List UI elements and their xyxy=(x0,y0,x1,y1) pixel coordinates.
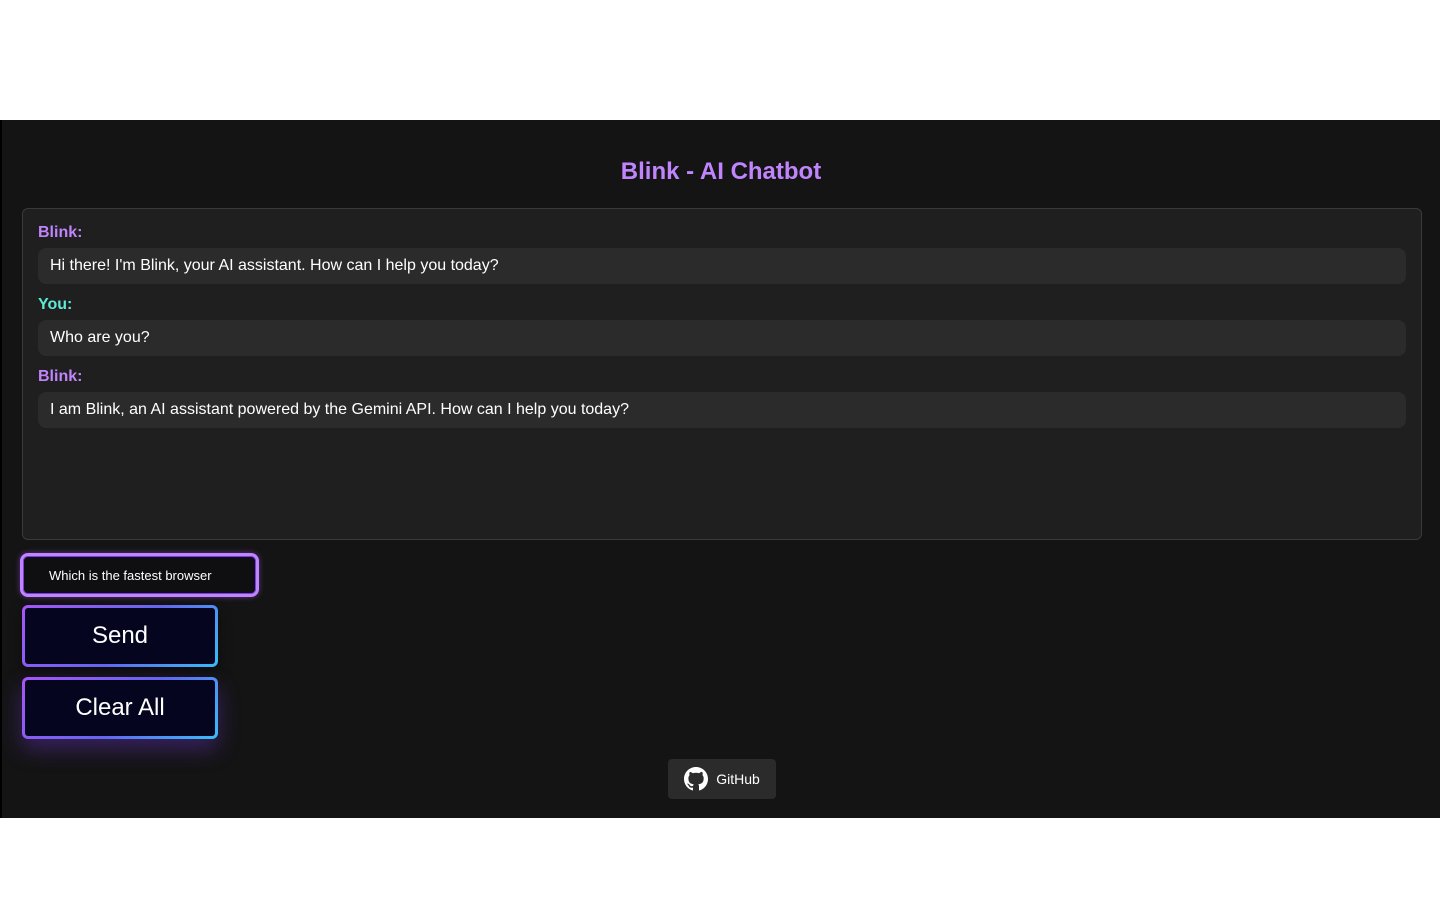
clear-all-button[interactable]: Clear All xyxy=(22,677,218,739)
message-text: I am Blink, an AI assistant powered by t… xyxy=(38,392,1406,428)
github-icon xyxy=(684,767,709,791)
send-button[interactable]: Send xyxy=(22,605,218,667)
message: Blink: I am Blink, an AI assistant power… xyxy=(38,367,1406,428)
page-title: Blink - AI Chatbot xyxy=(620,158,822,185)
message: Blink: Hi there! I'm Blink, your AI assi… xyxy=(38,223,1406,284)
message-text: Hi there! I'm Blink, your AI assistant. … xyxy=(38,248,1406,284)
message-text: Who are you? xyxy=(38,320,1406,356)
message-input[interactable] xyxy=(20,553,259,597)
chat-box[interactable]: Blink: Hi there! I'm Blink, your AI assi… xyxy=(22,208,1422,540)
message: You: Who are you? xyxy=(38,295,1406,356)
message-sender: Blink: xyxy=(38,224,83,241)
message-sender: You: xyxy=(38,296,73,313)
github-link[interactable]: GitHub xyxy=(668,759,776,799)
github-label: GitHub xyxy=(716,771,760,787)
message-sender: Blink: xyxy=(38,368,83,385)
app-container: Blink - AI Chatbot Blink: Hi there! I'm … xyxy=(0,120,1440,818)
